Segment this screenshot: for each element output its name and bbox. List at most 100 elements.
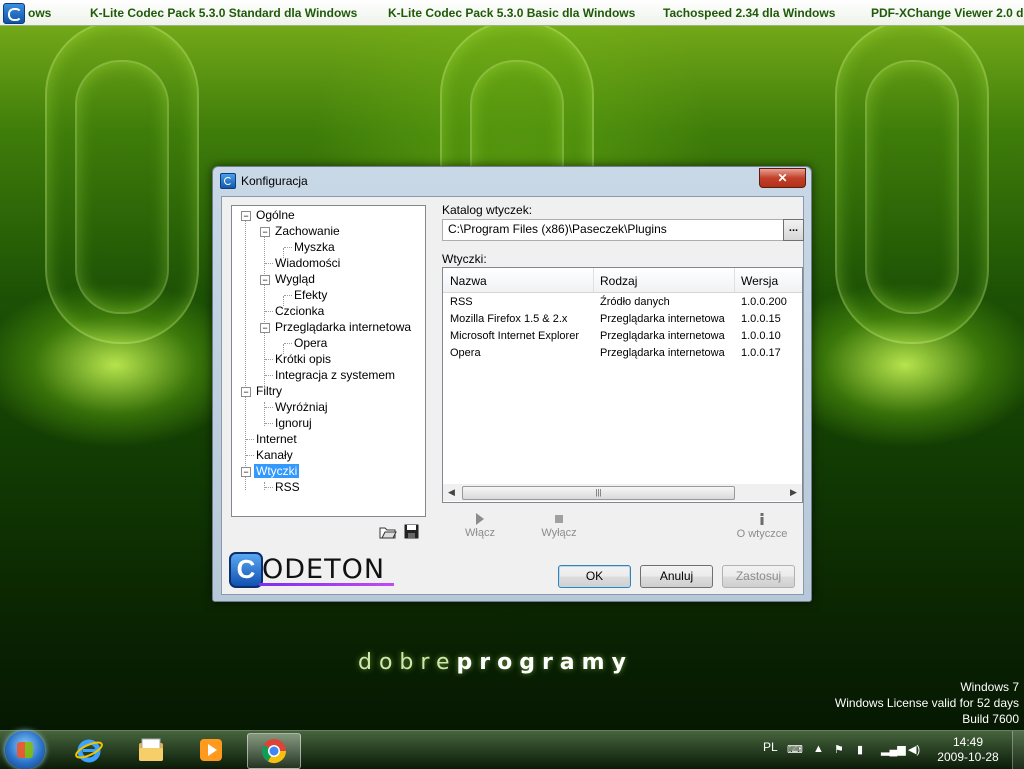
network-icon[interactable]: ▂▄▆: [881, 743, 906, 756]
news-ticker: ows K-Lite Codec Pack 5.3.0 Standard dla…: [0, 0, 1024, 26]
clock[interactable]: 14:49 2009-10-28: [928, 735, 1008, 765]
show-desktop-button[interactable]: [1012, 731, 1024, 769]
tree-item-wiadomosci[interactable]: Wiadomości: [275, 256, 340, 271]
taskbar-chrome[interactable]: [247, 733, 301, 769]
tree-item-ogolne[interactable]: Ogólne: [256, 208, 295, 223]
dobreprogramy-logo: dobreprogramy: [358, 650, 633, 675]
browse-button[interactable]: ...: [783, 219, 804, 241]
collapse-toggle-icon[interactable]: −: [260, 323, 270, 333]
clock-date: 2009-10-28: [937, 750, 999, 764]
plugins-dir-field[interactable]: ...: [442, 219, 804, 241]
column-separator[interactable]: [593, 268, 594, 292]
apply-button[interactable]: Zastosuj: [722, 565, 795, 588]
cell-name: RSS: [450, 296, 473, 308]
ticker-item[interactable]: K-Lite Codec Pack 5.3.0 Standard dla Win…: [90, 6, 357, 20]
plugins-list-header: Nazwa Rodzaj Wersja: [443, 268, 802, 293]
window-title: Konfiguracja: [241, 174, 308, 188]
tree-line: [264, 482, 265, 490]
cell-name: Mozilla Firefox 1.5 & 2.x: [450, 313, 568, 325]
tree-item-filtry[interactable]: Filtry: [256, 384, 282, 399]
close-button[interactable]: ✕: [759, 168, 806, 188]
ok-button[interactable]: OK: [558, 565, 631, 588]
cell-type: Przeglądarka internetowa: [600, 313, 725, 325]
disable-label: Wyłącz: [541, 527, 577, 539]
wallpaper-swirl: [75, 60, 169, 314]
save-icon[interactable]: [404, 524, 419, 539]
cell-type: Przeglądarka internetowa: [600, 330, 725, 342]
collapse-toggle-icon[interactable]: −: [260, 227, 270, 237]
scroll-right-icon[interactable]: ▶: [785, 484, 802, 501]
tree-item-ignoruj[interactable]: Ignoruj: [275, 416, 312, 431]
enable-plugin-button[interactable]: Włącz: [460, 513, 500, 539]
tree-line: [264, 232, 265, 386]
start-button[interactable]: [5, 731, 45, 769]
collapse-toggle-icon[interactable]: −: [260, 275, 270, 285]
column-separator[interactable]: [734, 268, 735, 292]
windows-build-watermark: Windows 7 Windows License valid for 52 d…: [835, 679, 1019, 727]
tree-item-wyglad[interactable]: Wygląd: [275, 272, 315, 287]
plugins-dir-label: Katalog wtyczek:: [442, 203, 533, 217]
table-row[interactable]: RSS Źródło danych 1.0.0.200: [443, 295, 802, 312]
volume-icon[interactable]: ◀): [908, 743, 920, 756]
table-row[interactable]: Microsoft Internet Explorer Przeglądarka…: [443, 329, 802, 346]
table-row[interactable]: Opera Przeglądarka internetowa 1.0.0.17: [443, 346, 802, 363]
ticker-item[interactable]: K-Lite Codec Pack 5.3.0 Basic dla Window…: [388, 6, 635, 20]
codeton-logo-text: ODETON: [262, 554, 386, 585]
plugin-info-button[interactable]: O wtyczce: [734, 513, 790, 540]
scrollbar-thumb[interactable]: |||: [462, 486, 735, 500]
language-indicator[interactable]: PL: [763, 740, 778, 754]
tree-line: [284, 247, 292, 248]
tree-line: [265, 359, 273, 360]
app-icon: [220, 173, 236, 189]
system-tray: PL ⌨ ▲ ⚑ ▮ ▂▄▆ ◀) 14:49 2009-10-28: [760, 731, 1024, 769]
ticker-item[interactable]: Tachospeed 2.34 dla Windows: [663, 6, 835, 20]
tree-item-wtyczki[interactable]: Wtyczki: [254, 464, 300, 479]
tree-item-rss[interactable]: RSS: [275, 480, 300, 495]
enable-label: Włącz: [465, 527, 495, 539]
paseczek-app-icon[interactable]: [3, 3, 25, 24]
collapse-toggle-icon[interactable]: −: [241, 467, 251, 477]
tree-line: [265, 487, 273, 488]
tree-item-wyrozniaj[interactable]: Wyróżniaj: [275, 400, 328, 415]
collapse-toggle-icon[interactable]: −: [241, 387, 251, 397]
power-icon[interactable]: ▮: [857, 743, 863, 756]
tree-item-integracja[interactable]: Integracja z systemem: [275, 368, 395, 383]
tree-line: [265, 263, 273, 264]
tree-item-opera[interactable]: Opera: [294, 336, 327, 351]
taskbar-media-player[interactable]: [185, 733, 237, 767]
settings-tree[interactable]: − Ogólne − Zachowanie Myszka Wiadomości …: [231, 205, 426, 517]
collapse-toggle-icon[interactable]: −: [241, 211, 251, 221]
ticker-item[interactable]: PDF-XChange Viewer 2.0 dla: [871, 6, 1024, 20]
show-hidden-icons-icon[interactable]: ▲: [813, 743, 824, 755]
disable-plugin-button[interactable]: Wyłącz: [536, 513, 582, 539]
tree-item-kanaly[interactable]: Kanały: [256, 448, 293, 463]
table-row[interactable]: Mozilla Firefox 1.5 & 2.x Przeglądarka i…: [443, 312, 802, 329]
horizontal-scrollbar[interactable]: ◀ ||| ▶: [443, 484, 802, 501]
plugins-list[interactable]: Nazwa Rodzaj Wersja RSS Źródło danych 1.…: [442, 267, 803, 503]
tree-item-czcionka[interactable]: Czcionka: [275, 304, 324, 319]
tree-line: [265, 423, 273, 424]
column-header-version[interactable]: Wersja: [741, 274, 778, 288]
cancel-button[interactable]: Anuluj: [640, 565, 713, 588]
cell-version: 1.0.0.10: [741, 330, 781, 342]
column-header-name[interactable]: Nazwa: [450, 274, 487, 288]
tree-item-krotki-opis[interactable]: Krótki opis: [275, 352, 331, 367]
tree-item-przegladarka[interactable]: Przeglądarka internetowa: [275, 320, 411, 335]
tree-item-zachowanie[interactable]: Zachowanie: [275, 224, 340, 239]
scroll-left-icon[interactable]: ◀: [443, 484, 460, 501]
codeton-logo-mark: C: [229, 552, 263, 588]
title-bar[interactable]: Konfiguracja ✕: [213, 167, 811, 195]
taskbar-explorer[interactable]: [125, 733, 177, 767]
tree-item-efekty[interactable]: Efekty: [294, 288, 327, 303]
keyboard-icon[interactable]: ⌨: [787, 743, 803, 756]
column-header-type[interactable]: Rodzaj: [600, 274, 637, 288]
folder-icon: [139, 738, 163, 761]
ticker-item[interactable]: ows: [28, 6, 51, 20]
play-icon: [476, 513, 484, 525]
taskbar-internet-explorer[interactable]: [63, 733, 115, 767]
action-center-icon[interactable]: ⚑: [834, 743, 844, 756]
tree-item-internet[interactable]: Internet: [256, 432, 297, 447]
plugins-dir-input[interactable]: [445, 221, 781, 237]
tree-item-myszka[interactable]: Myszka: [294, 240, 335, 255]
open-folder-icon[interactable]: [379, 525, 397, 539]
